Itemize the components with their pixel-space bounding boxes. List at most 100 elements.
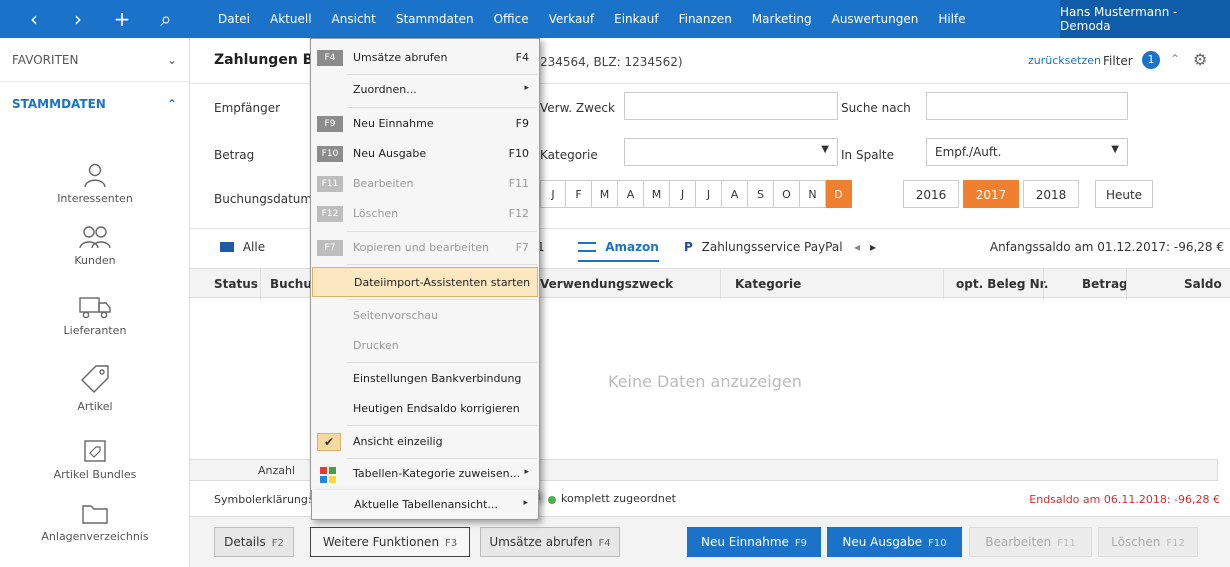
menu-aktuell[interactable]: Aktuell: [260, 12, 322, 26]
sidebar-item-lieferanten[interactable]: Lieferanten: [0, 294, 190, 337]
menu-item-neu-einnahme[interactable]: F9 Neu Einnahme F9: [311, 109, 539, 139]
menu-item-label: Neu Einnahme: [353, 117, 434, 130]
menu-item-kopieren-bearbeiten[interactable]: F7 Kopieren und bearbeiten F7: [311, 233, 539, 263]
loeschen-button[interactable]: Löschen F12: [1098, 527, 1198, 557]
search-icon[interactable]: ⌕: [152, 7, 180, 31]
f10-key-icon: F10: [317, 146, 343, 162]
month-button[interactable]: A: [722, 180, 748, 208]
in-spalte-select[interactable]: Empf./Auft. ▼: [926, 138, 1128, 166]
month-button[interactable]: O: [774, 180, 800, 208]
tag-icon: [81, 365, 109, 393]
menu-item-dateiimport[interactable]: Dateiimport-Assistenten starten: [312, 267, 538, 297]
month-button-selected[interactable]: D: [826, 180, 852, 208]
tab-paypal[interactable]: P Zahlungsservice PayPal: [684, 240, 843, 254]
menu-separator: [347, 231, 537, 232]
col-kategorie[interactable]: Kategorie: [735, 277, 801, 291]
month-button[interactable]: F: [566, 180, 592, 208]
tab-alle[interactable]: Alle: [220, 240, 265, 254]
menu-item-endsaldo-korrigieren[interactable]: Heutigen Endsaldo korrigieren: [311, 394, 539, 424]
buchungsdatum-label: Buchungsdatum: [214, 192, 313, 206]
menu-stammdaten[interactable]: Stammdaten: [386, 12, 484, 26]
menu-verkauf[interactable]: Verkauf: [539, 12, 605, 26]
col-verwendungszweck[interactable]: Verwendungszweck: [540, 277, 673, 291]
menu-item-umsaetze-abrufen[interactable]: F4 Umsätze abrufen F4: [311, 43, 539, 73]
collapse-icon[interactable]: ⌃: [1170, 52, 1180, 66]
menu-item-bearbeiten[interactable]: F11 Bearbeiten F11: [311, 169, 539, 199]
forward-icon[interactable]: ›: [64, 7, 92, 31]
menu-item-shortcut: F10: [508, 147, 529, 160]
year-button-selected[interactable]: 2017: [963, 180, 1019, 208]
menu-item-tabellen-kategorie[interactable]: Tabellen-Kategorie zuweisen... ▸: [311, 459, 539, 489]
month-button[interactable]: N: [800, 180, 826, 208]
month-button[interactable]: J: [540, 180, 566, 208]
month-button[interactable]: M: [644, 180, 670, 208]
month-button[interactable]: M: [592, 180, 618, 208]
month-button[interactable]: J: [670, 180, 696, 208]
menu-ansicht[interactable]: Ansicht: [322, 12, 386, 26]
menu-hilfe[interactable]: Hilfe: [928, 12, 975, 26]
tab-amazon-label: Amazon: [605, 240, 659, 254]
menu-office[interactable]: Office: [484, 12, 539, 26]
details-key: F2: [271, 538, 284, 549]
person-icon: [84, 163, 106, 188]
tab-alle-label: Alle: [242, 240, 266, 254]
month-button[interactable]: S: [748, 180, 774, 208]
tab-amazon[interactable]: Amazon: [578, 240, 659, 262]
col-betrag[interactable]: Betrag: [1082, 277, 1128, 291]
chevron-up-icon: ⌃: [166, 97, 177, 111]
sidebar-favoriten[interactable]: FAVORITEN ⌄: [0, 38, 189, 82]
verw-zweck-input[interactable]: [624, 92, 838, 120]
reset-link[interactable]: zurücksetzen: [1028, 54, 1101, 67]
sidebar-item-artikel[interactable]: Artikel: [0, 362, 190, 413]
suche-nach-input[interactable]: [926, 92, 1128, 120]
details-button[interactable]: Details F2: [214, 527, 294, 557]
menu-item-shortcut: F11: [508, 177, 529, 190]
tab-scroll-left-icon[interactable]: ◂: [854, 240, 860, 254]
sidebar-stammdaten[interactable]: STAMMDATEN ⌃: [0, 82, 189, 126]
loeschen-key: F12: [1166, 538, 1185, 549]
sidebar-item-label: Anlagenverzeichnis: [41, 530, 149, 543]
menu-item-einstellungen-bankverbindung[interactable]: Einstellungen Bankverbindung: [311, 364, 539, 394]
add-icon[interactable]: +: [108, 7, 136, 31]
menu-item-tabellenansicht[interactable]: Aktuelle Tabellenansicht... ▸: [311, 490, 539, 520]
year-button[interactable]: 2016: [903, 180, 959, 208]
umsaetze-abrufen-button[interactable]: Umsätze abrufen F4: [480, 527, 620, 557]
user-name[interactable]: Hans Mustermann - Demoda: [1060, 0, 1230, 38]
filter-label[interactable]: Filter: [1103, 54, 1133, 68]
bundle-icon: [84, 440, 106, 462]
neu-ausgabe-button[interactable]: Neu Ausgabe F10: [827, 527, 962, 557]
col-status[interactable]: Status: [214, 277, 258, 291]
menu-item-ansicht-einzeilig[interactable]: ✔ Ansicht einzeilig: [311, 427, 539, 457]
kategorie-select[interactable]: ▼: [624, 138, 838, 166]
month-button[interactable]: J: [696, 180, 722, 208]
col-beleg[interactable]: opt. Beleg Nr.: [956, 277, 1048, 291]
menu-item-drucken[interactable]: Drucken: [311, 331, 539, 361]
menu-datei[interactable]: Datei: [208, 12, 260, 26]
menu-marketing[interactable]: Marketing: [742, 12, 822, 26]
menu-einkauf[interactable]: Einkauf: [604, 12, 668, 26]
sidebar-item-interessenten[interactable]: Interessenten: [0, 162, 190, 205]
suche-nach-label: Suche nach: [841, 101, 911, 115]
weitere-funktionen-button[interactable]: Weitere Funktionen F3: [310, 527, 470, 557]
heute-button[interactable]: Heute: [1095, 180, 1153, 208]
tab-scroll-right-icon[interactable]: ▸: [870, 240, 876, 254]
neu-einnahme-button[interactable]: Neu Einnahme F9: [687, 527, 821, 557]
bearbeiten-button[interactable]: Bearbeiten F11: [969, 527, 1092, 557]
status-dot-green: [548, 496, 556, 504]
menu-item-neu-ausgabe[interactable]: F10 Neu Ausgabe F10: [311, 139, 539, 169]
gear-icon[interactable]: ⚙: [1193, 50, 1207, 69]
sidebar-item-anlagenverzeichnis[interactable]: Anlagenverzeichnis: [0, 502, 190, 543]
month-button[interactable]: A: [618, 180, 644, 208]
menu-item-loeschen[interactable]: F12 Löschen F12: [311, 199, 539, 229]
year-button[interactable]: 2018: [1023, 180, 1079, 208]
bearbeiten-label: Bearbeiten: [985, 535, 1052, 549]
f12-key-icon: F12: [317, 206, 343, 222]
col-saldo[interactable]: Saldo: [1184, 277, 1222, 291]
back-icon[interactable]: ‹: [20, 7, 48, 31]
sidebar-item-artikel-bundles[interactable]: Artikel Bundles: [0, 438, 190, 481]
menu-item-zuordnen[interactable]: Zuordnen... ▸: [311, 75, 539, 105]
sidebar-item-kunden[interactable]: Kunden: [0, 224, 190, 267]
menu-auswertungen[interactable]: Auswertungen: [822, 12, 929, 26]
menu-finanzen[interactable]: Finanzen: [669, 12, 742, 26]
menu-item-seitenvorschau[interactable]: Seitenvorschau: [311, 301, 539, 331]
